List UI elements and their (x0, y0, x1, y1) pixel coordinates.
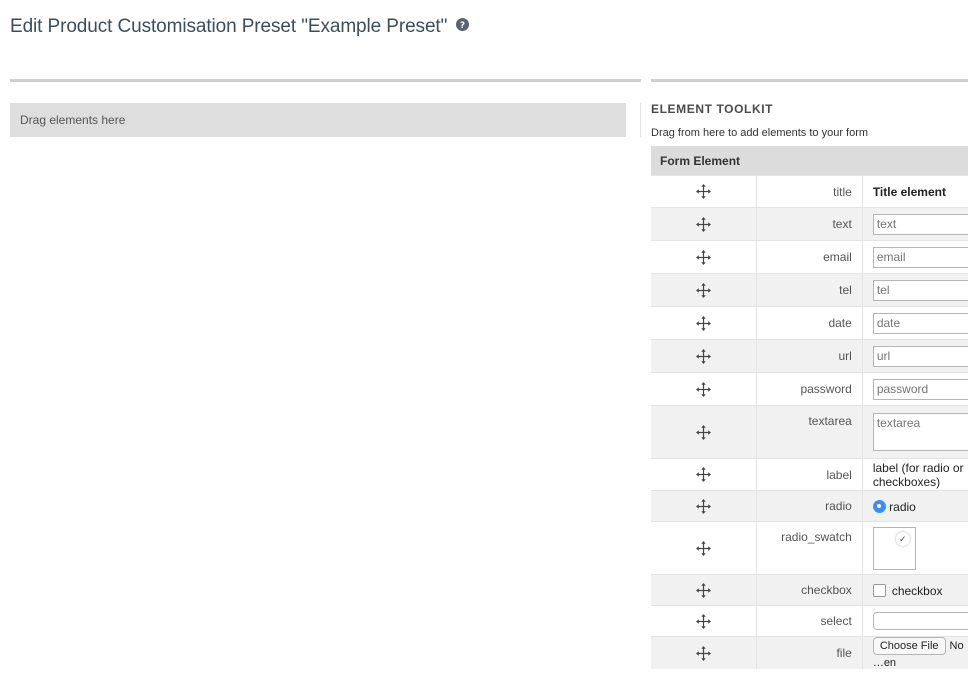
move-arrows-icon (696, 613, 712, 629)
toolkit-row-tel[interactable]: tel (651, 273, 968, 307)
radio-swatch-preview[interactable]: ✓ (872, 526, 916, 570)
toolkit-row-password[interactable]: password (651, 372, 968, 406)
drag-handle[interactable] (651, 405, 758, 459)
drag-handle[interactable] (651, 521, 758, 575)
column-header-form-element: Form Element (651, 146, 968, 176)
dropzone-label: Drag elements here (20, 113, 126, 127)
email-input-preview[interactable] (872, 246, 968, 268)
toolkit-row-url[interactable]: url (651, 339, 968, 373)
element-name: url (756, 339, 863, 373)
drag-handle[interactable] (651, 175, 758, 208)
toolkit-row-label[interactable]: label label (for radio or checkboxes) (651, 458, 968, 491)
element-name: radio (756, 490, 863, 522)
move-arrows-icon (696, 467, 712, 483)
element-name: textarea (756, 405, 863, 459)
toolkit-row-text[interactable]: text (651, 207, 968, 241)
tel-input-preview[interactable] (872, 279, 968, 301)
move-arrows-icon (696, 348, 712, 364)
toolkit-row-email[interactable]: email (651, 240, 968, 274)
move-arrows-icon (696, 645, 712, 661)
element-name: tel (756, 273, 863, 307)
toolkit-row-textarea[interactable]: textarea (651, 405, 968, 459)
toolkit-subtitle: Drag from here to add elements to your f… (651, 127, 869, 139)
toolkit-row-radio-swatch[interactable]: radio_swatch ✓ (651, 521, 968, 575)
column-separator (640, 103, 641, 137)
toolkit-row-date[interactable]: date (651, 306, 968, 340)
text-input-preview[interactable] (872, 213, 968, 235)
drag-handle[interactable] (651, 372, 758, 406)
move-arrows-icon (696, 424, 712, 440)
checkbox-preview[interactable] (872, 583, 886, 597)
drag-handle[interactable] (651, 306, 758, 340)
drag-handle[interactable] (651, 207, 758, 241)
element-name: title (756, 175, 863, 208)
label-element-preview: label (for radio or checkboxes) (872, 460, 964, 489)
move-arrows-icon (696, 249, 712, 265)
move-arrows-icon (696, 216, 712, 232)
date-input-preview[interactable] (872, 312, 968, 334)
move-arrows-icon (696, 582, 712, 598)
move-arrows-icon (696, 540, 712, 556)
choose-file-button[interactable]: Choose File (872, 637, 946, 655)
element-name: file (756, 636, 863, 669)
drag-handle[interactable] (651, 636, 758, 669)
section-divider-left (10, 79, 641, 82)
title-element-preview: Title element (872, 184, 946, 199)
password-input-preview[interactable] (872, 378, 968, 400)
select-preview[interactable]: ▲▼ (872, 612, 968, 630)
toolkit-title: ELEMENT TOOLKIT (651, 102, 774, 116)
toolkit-row-radio[interactable]: radio radio (651, 490, 968, 522)
radio-label: radio (889, 499, 916, 514)
move-arrows-icon (696, 184, 712, 200)
form-dropzone[interactable]: Drag elements here (10, 103, 626, 137)
checkmark-icon: ✓ (895, 531, 910, 546)
toolkit-row-select[interactable]: select ▲▼ (651, 605, 968, 637)
page-header: Edit Product Customisation Preset "Examp… (10, 16, 470, 38)
radio-button-preview[interactable] (872, 499, 886, 513)
drag-handle[interactable] (651, 458, 758, 491)
element-name: checkbox (756, 574, 863, 606)
drag-handle[interactable] (651, 574, 758, 606)
element-name: select (756, 605, 863, 637)
drag-handle[interactable] (651, 240, 758, 274)
drag-handle[interactable] (651, 273, 758, 307)
element-name: text (756, 207, 863, 241)
element-name: date (756, 306, 863, 340)
move-arrows-icon (696, 498, 712, 514)
toolkit-row-title[interactable]: title Title element (651, 175, 968, 208)
move-arrows-icon (696, 315, 712, 331)
help-icon[interactable]: ? (456, 17, 470, 31)
checkbox-label: checkbox (891, 583, 943, 598)
element-name: radio_swatch (756, 521, 863, 575)
move-arrows-icon (696, 381, 712, 397)
url-input-preview[interactable] (872, 345, 968, 367)
move-arrows-icon (696, 282, 712, 298)
svg-text:?: ? (460, 21, 465, 31)
element-name: password (756, 372, 863, 406)
drag-handle[interactable] (651, 339, 758, 373)
toolkit-row-file[interactable]: file Choose File No …en (651, 636, 968, 669)
element-name: label (756, 458, 863, 491)
drag-handle[interactable] (651, 490, 758, 522)
section-divider-right (651, 79, 968, 82)
element-name: email (756, 240, 863, 274)
textarea-preview[interactable] (872, 413, 968, 451)
element-toolkit-table: Form Element title Title element text em… (651, 146, 968, 669)
drag-handle[interactable] (651, 605, 758, 637)
page-title: Edit Product Customisation Preset "Examp… (10, 16, 448, 37)
toolkit-row-checkbox[interactable]: checkbox checkbox (651, 574, 968, 606)
